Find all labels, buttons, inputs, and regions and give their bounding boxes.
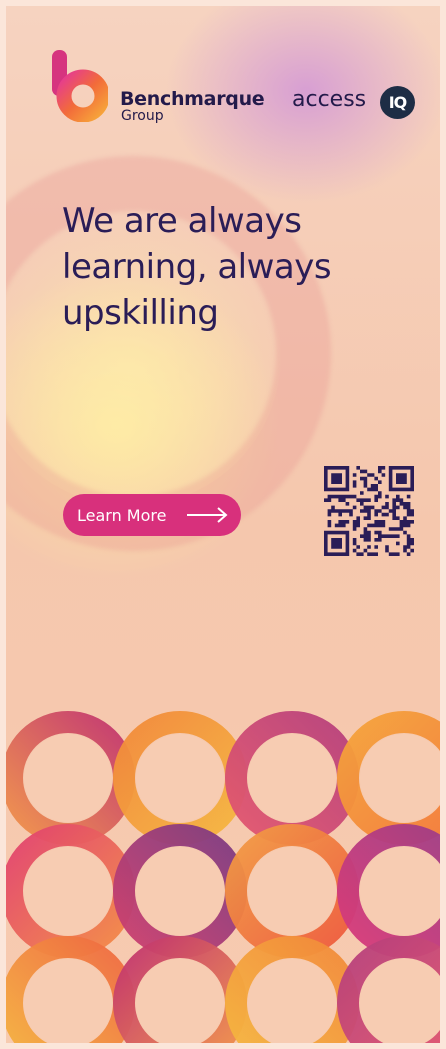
brand-subtitle: Group <box>121 108 164 124</box>
decorative-disc <box>136 734 224 822</box>
partner-badge: IQ <box>380 86 415 119</box>
headline-line-3: upskilling <box>62 293 219 333</box>
decorative-disc <box>136 847 224 935</box>
qr-code-icon[interactable] <box>324 466 414 556</box>
decorative-disc <box>248 847 336 935</box>
learn-more-button[interactable]: Learn More <box>63 494 241 536</box>
decorative-disc <box>24 847 112 935</box>
decorative-disc <box>360 959 440 1043</box>
decorative-disc <box>24 959 112 1043</box>
headline-line-1: We are always <box>62 201 302 241</box>
headline-line-2: learning, always <box>62 247 332 287</box>
decorative-disc <box>248 734 336 822</box>
decorative-disc <box>248 959 336 1043</box>
decorative-disc <box>360 847 440 935</box>
decorative-circle-pattern <box>6 711 440 1043</box>
decorative-disc <box>24 734 112 822</box>
partner-name: access <box>292 87 367 112</box>
brand-name: Benchmarque <box>120 88 265 110</box>
learn-more-label: Learn More <box>77 505 167 525</box>
arrow-right-icon <box>187 507 228 523</box>
decorative-disc <box>360 734 440 822</box>
benchmarque-b-logo-icon <box>52 50 108 122</box>
decorative-disc <box>136 959 224 1043</box>
promo-banner: Benchmarque Group access IQ We are alway… <box>6 6 440 1043</box>
headline: We are always learning, always upskillin… <box>62 198 422 336</box>
